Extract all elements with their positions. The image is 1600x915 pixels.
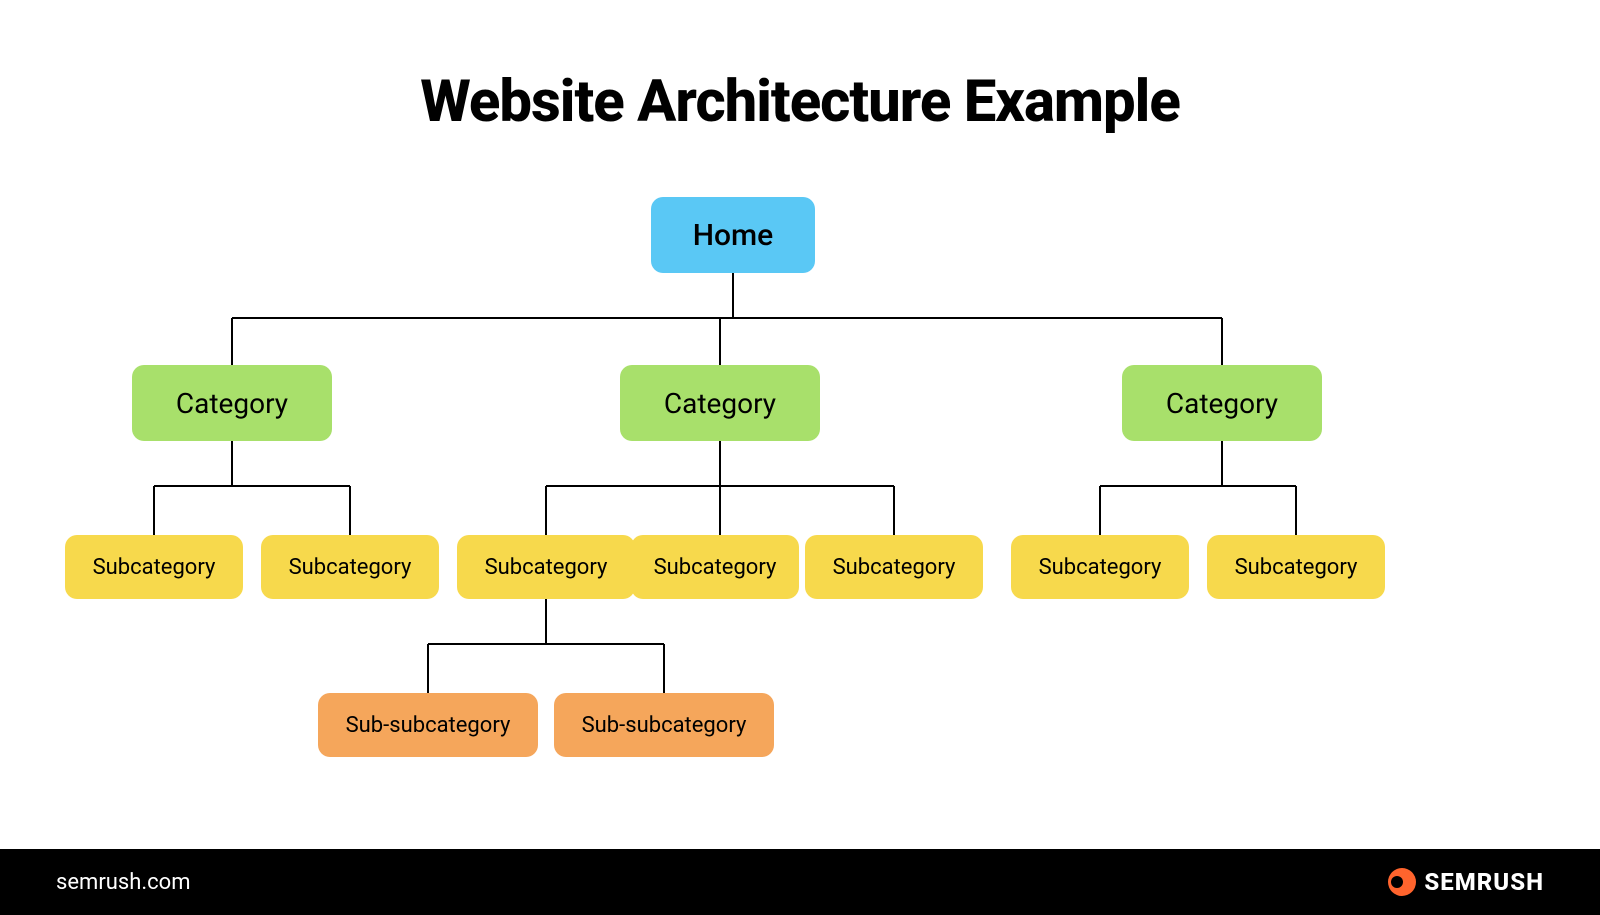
subcategory-node: Subcategory xyxy=(261,535,439,599)
footer-bar: semrush.com SEMRUSH xyxy=(0,849,1600,915)
subcategory-node: Subcategory xyxy=(65,535,243,599)
category-node: Category xyxy=(1122,365,1322,441)
subcategory-node: Subcategory xyxy=(1011,535,1189,599)
connector-lines xyxy=(0,0,1600,915)
category-node: Category xyxy=(620,365,820,441)
subcategory-node: Subcategory xyxy=(631,535,799,599)
subsubcategory-node: Sub-subcategory xyxy=(318,693,538,757)
flame-icon xyxy=(1388,868,1416,896)
footer-site-label: semrush.com xyxy=(56,870,191,895)
subsubcategory-node: Sub-subcategory xyxy=(554,693,774,757)
page-title: Website Architecture Example xyxy=(0,68,1600,136)
brand-logo: SEMRUSH xyxy=(1388,868,1544,896)
brand-name: SEMRUSH xyxy=(1424,868,1544,896)
category-node: Category xyxy=(132,365,332,441)
home-node: Home xyxy=(651,197,815,273)
subcategory-node: Subcategory xyxy=(457,535,635,599)
subcategory-node: Subcategory xyxy=(805,535,983,599)
subcategory-node: Subcategory xyxy=(1207,535,1385,599)
